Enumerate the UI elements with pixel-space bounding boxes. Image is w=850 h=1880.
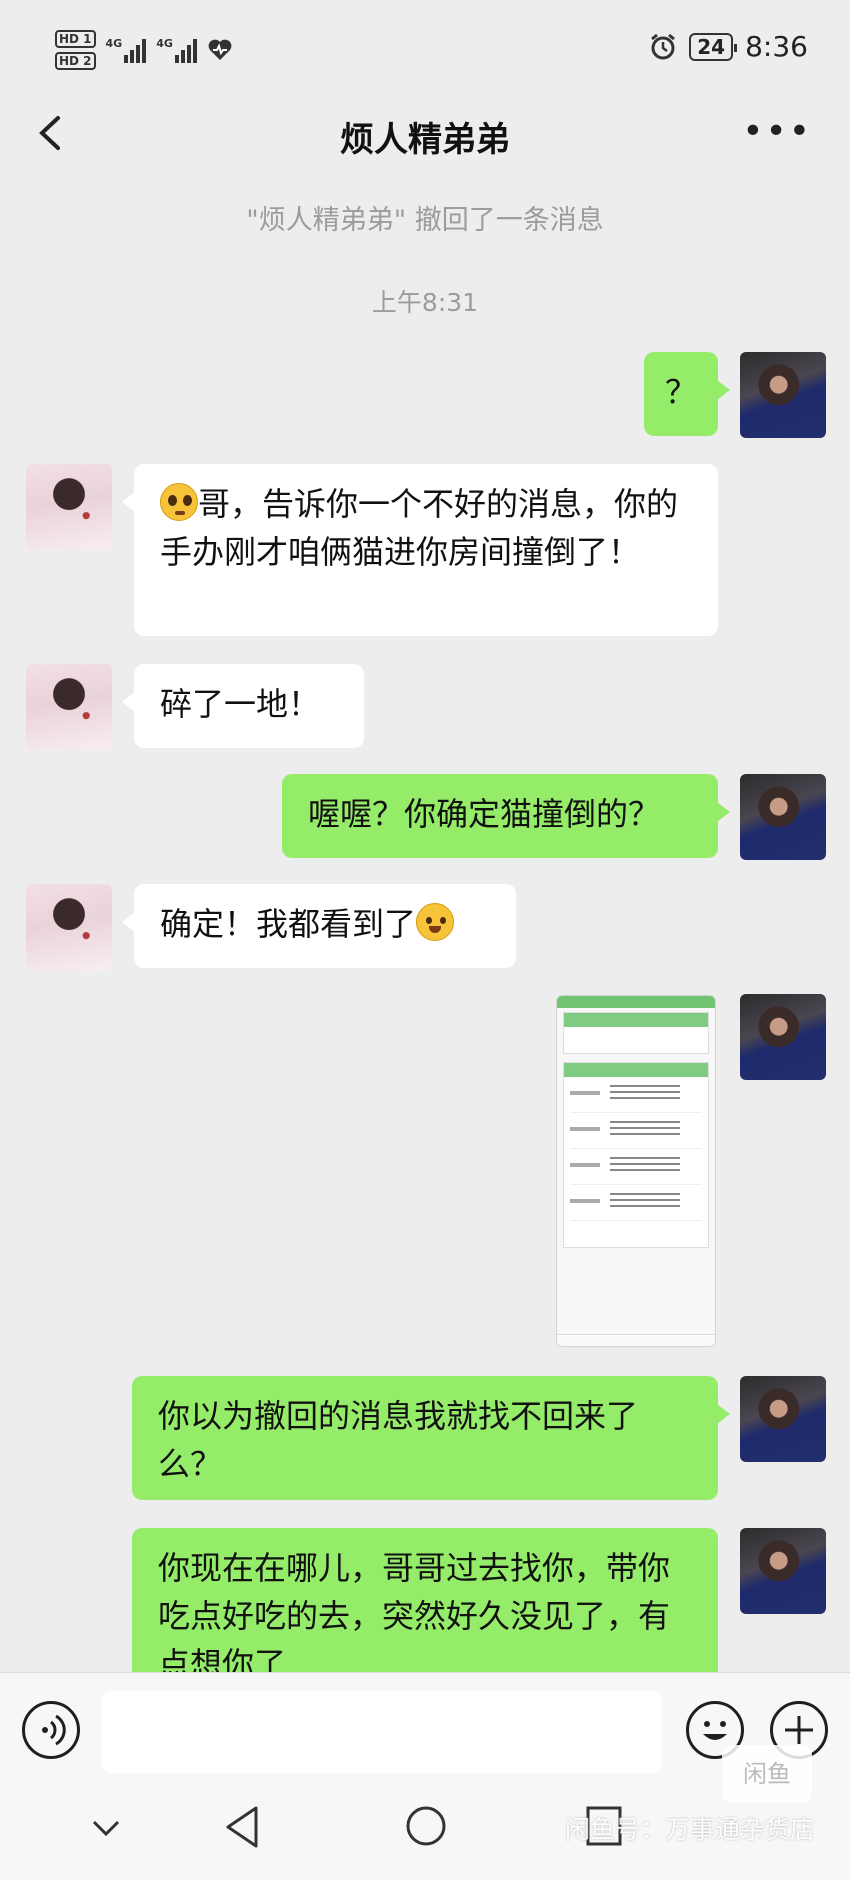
clock: 8:36 bbox=[745, 30, 808, 63]
message-bubble-outgoing[interactable]: ？ bbox=[644, 352, 730, 436]
message-bubble-outgoing[interactable]: 你以为撤回的消息我就找不回来了么？ bbox=[132, 1376, 730, 1500]
signal1-label: 4G bbox=[105, 37, 123, 50]
more-options-icon[interactable]: ••• bbox=[742, 114, 812, 150]
contact-avatar[interactable] bbox=[26, 464, 112, 550]
smiling-face-icon bbox=[416, 903, 455, 941]
my-avatar[interactable] bbox=[740, 1528, 826, 1614]
my-avatar[interactable] bbox=[740, 1376, 826, 1462]
message-text: 确定！我都看到了 bbox=[160, 905, 417, 943]
status-bar: HD 1 HD 2 4G 4G 24 8:36 bbox=[0, 0, 850, 100]
message-input[interactable] bbox=[102, 1691, 662, 1773]
chevron-down-icon[interactable] bbox=[88, 1814, 124, 1842]
message-text: 你现在在哪儿，哥哥过去找你，带你吃点好吃的去，突然好久没见了，有点想你了 bbox=[158, 1549, 671, 1672]
watermark-logo: 闲鱼 bbox=[722, 1745, 812, 1803]
my-avatar[interactable] bbox=[740, 352, 826, 438]
watermark-text: 闲鱼号：万事通杂货店 bbox=[564, 1815, 815, 1844]
recall-notice: "烦人精弟弟" 撤回了一条消息 bbox=[246, 205, 604, 236]
message-text: 喔喔？你确定猫撞倒的？ bbox=[308, 795, 661, 833]
hd1-badge: HD 1 bbox=[55, 30, 96, 48]
battery-icon: 24 bbox=[689, 32, 737, 61]
signal2-label: 4G bbox=[156, 37, 173, 50]
heart-pulse-icon bbox=[208, 39, 232, 60]
message-bubble-outgoing[interactable]: 你现在在哪儿，哥哥过去找你，带你吃点好吃的去，突然好久没见了，有点想你了 bbox=[132, 1528, 718, 1672]
hd-badges: HD 1 HD 2 bbox=[55, 30, 96, 70]
signal-icon: 4G bbox=[106, 37, 147, 63]
message-text: 哥，告诉你一个不好的消息，你的手办刚才咱俩猫进你房间撞倒了！ bbox=[160, 485, 679, 571]
hd2-badge: HD 2 bbox=[55, 52, 96, 70]
voice-input-button[interactable] bbox=[22, 1701, 80, 1759]
timestamp: 上午8:31 bbox=[371, 288, 479, 317]
message-bubble-incoming[interactable]: 碎了一地！ bbox=[122, 664, 364, 748]
pleading-face-icon bbox=[160, 483, 198, 521]
message-text: 你以为撤回的消息我就找不回来了么？ bbox=[158, 1397, 639, 1483]
contact-avatar[interactable] bbox=[26, 884, 112, 970]
message-text: ？ bbox=[664, 373, 697, 411]
contact-avatar[interactable] bbox=[26, 664, 112, 750]
image-message[interactable] bbox=[556, 995, 716, 1347]
message-text: 碎了一地！ bbox=[160, 685, 321, 723]
message-bubble-outgoing[interactable]: 喔喔？你确定猫撞倒的？ bbox=[282, 774, 730, 858]
voice-icon bbox=[42, 1714, 66, 1746]
chat-title: 烦人精弟弟 bbox=[340, 120, 510, 160]
nav-home-icon[interactable] bbox=[404, 1804, 448, 1848]
status-right: 24 8:36 bbox=[649, 30, 808, 63]
message-bubble-incoming[interactable]: 确定！我都看到了 bbox=[122, 884, 516, 968]
nav-back-icon[interactable] bbox=[222, 1804, 262, 1850]
network-indicators: HD 1 HD 2 4G 4G bbox=[55, 30, 233, 70]
my-avatar[interactable] bbox=[740, 994, 826, 1080]
message-bubble-incoming[interactable]: 哥，告诉你一个不好的消息，你的手办刚才咱俩猫进你房间撞倒了！ bbox=[122, 464, 718, 636]
signal-icon-2: 4G bbox=[156, 37, 197, 63]
alarm-icon bbox=[651, 33, 676, 59]
chat-header: 烦人精弟弟 ••• bbox=[0, 92, 850, 174]
my-avatar[interactable] bbox=[740, 774, 826, 860]
